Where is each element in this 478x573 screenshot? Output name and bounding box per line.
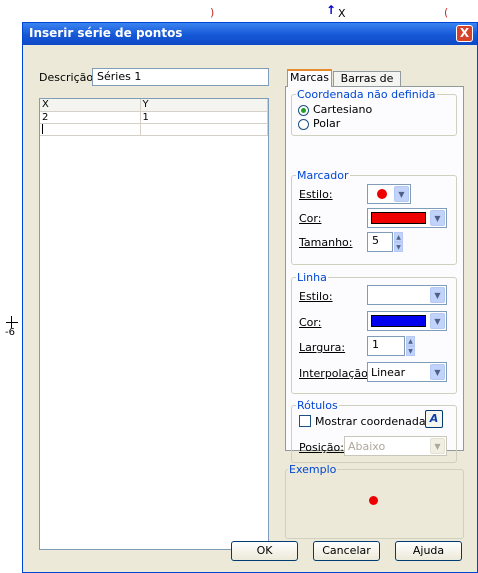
radio-polar[interactable] bbox=[298, 119, 309, 130]
chevron-down-icon[interactable]: ▼ bbox=[430, 287, 445, 303]
y-axis-arrow-icon: ↑ bbox=[326, 3, 337, 17]
posicao-value: Abaixo bbox=[348, 440, 386, 453]
column-header-x: X bbox=[40, 99, 141, 112]
rotulos-legend: Rótulos bbox=[296, 399, 339, 412]
points-grid[interactable]: X Y 2 1 bbox=[39, 98, 269, 550]
chevron-down-icon[interactable]: ▼ bbox=[430, 438, 445, 454]
tamanho-spin-down-icon[interactable]: ▼ bbox=[394, 242, 403, 252]
linha-estilo-label: Estilo: bbox=[299, 290, 333, 303]
interpolacao-select[interactable]: Linear ▼ bbox=[367, 362, 447, 382]
grid-cell[interactable]: 2 bbox=[40, 111, 141, 124]
linha-estilo-select[interactable]: ▼ bbox=[367, 285, 447, 305]
interpolacao-label: Interpolação: bbox=[299, 367, 372, 380]
linha-cor-select[interactable]: ▼ bbox=[367, 311, 447, 331]
cancelar-button[interactable]: Cancelar bbox=[313, 541, 380, 561]
x-axis-tick bbox=[6, 322, 18, 323]
linha-largura-label: Largura: bbox=[299, 341, 346, 354]
linha-legend: Linha bbox=[296, 271, 328, 284]
mostrar-coordenadas-checkbox[interactable] bbox=[299, 415, 311, 427]
grid-cell[interactable] bbox=[140, 123, 268, 136]
tab-barras-de-erro[interactable]: Barras de erro bbox=[333, 71, 401, 99]
marcas-tab-panel: Coordenada não definida Cartesiano Polar… bbox=[285, 86, 464, 463]
example-marker-dot bbox=[369, 496, 378, 505]
background-curve-mark: ) bbox=[210, 6, 215, 19]
ajuda-button[interactable]: Ajuda bbox=[395, 541, 462, 561]
ok-button[interactable]: OK bbox=[231, 541, 298, 561]
marker-dot-icon bbox=[377, 189, 387, 199]
largura-input[interactable]: 1 bbox=[367, 336, 405, 356]
marcador-estilo-select[interactable]: ▼ bbox=[367, 184, 411, 204]
exemplo-legend: Exemplo bbox=[288, 463, 338, 476]
posicao-select[interactable]: Abaixo ▼ bbox=[344, 436, 447, 456]
posicao-label: Posição: bbox=[299, 441, 344, 454]
chevron-down-icon[interactable]: ▼ bbox=[394, 186, 409, 202]
text-cursor bbox=[42, 123, 43, 134]
radio-cartesiano[interactable] bbox=[298, 105, 309, 116]
mostrar-coordenadas-label[interactable]: Mostrar coordenadas bbox=[315, 415, 431, 428]
font-settings-icon[interactable]: A bbox=[425, 410, 443, 428]
dialog-title: Inserir série de pontos bbox=[29, 26, 183, 40]
background-axis-label: X bbox=[338, 7, 346, 20]
background-tick-label: -6 bbox=[5, 327, 15, 338]
descricao-input[interactable]: Séries 1 bbox=[92, 68, 269, 86]
coordenada-legend: Coordenada não definida bbox=[296, 88, 437, 101]
column-header-y: Y bbox=[140, 99, 268, 112]
largura-spin-up-icon[interactable]: ▲ bbox=[406, 336, 415, 346]
title-bar[interactable]: Inserir série de pontos X bbox=[23, 23, 477, 45]
marcador-cor-select[interactable]: ▼ bbox=[367, 208, 447, 228]
tab-marcas[interactable]: Marcas bbox=[287, 69, 332, 87]
chevron-down-icon[interactable]: ▼ bbox=[430, 210, 445, 226]
interpolacao-value: Linear bbox=[371, 366, 406, 379]
marcador-cor-label: Cor: bbox=[299, 212, 322, 225]
marcador-estilo-label: Estilo: bbox=[299, 188, 333, 201]
largura-spin-down-icon[interactable]: ▼ bbox=[406, 346, 415, 356]
background-curve-mark: ( bbox=[444, 6, 449, 19]
chevron-down-icon[interactable]: ▼ bbox=[430, 364, 445, 380]
grid-header-row: X Y bbox=[40, 99, 268, 112]
radio-cartesiano-label[interactable]: Cartesiano bbox=[313, 103, 372, 116]
tamanho-spin-up-icon[interactable]: ▲ bbox=[394, 232, 403, 242]
line-color-swatch bbox=[371, 315, 426, 327]
table-row[interactable]: 2 1 bbox=[40, 111, 268, 124]
grid-cell[interactable]: 1 bbox=[140, 111, 268, 124]
close-button[interactable]: X bbox=[456, 25, 473, 42]
marcador-tamanho-label: Tamanho: bbox=[299, 236, 353, 249]
insert-series-dialog: Inserir série de pontos X Descrição: Sér… bbox=[22, 22, 478, 573]
tamanho-input[interactable]: 5 bbox=[367, 232, 393, 252]
table-row[interactable] bbox=[40, 123, 268, 136]
grid-cell-editing[interactable] bbox=[40, 123, 141, 136]
radio-polar-label[interactable]: Polar bbox=[313, 117, 340, 130]
descricao-label: Descrição: bbox=[39, 71, 97, 84]
marker-color-swatch bbox=[371, 212, 426, 224]
marcador-legend: Marcador bbox=[296, 169, 350, 182]
linha-cor-label: Cor: bbox=[299, 316, 322, 329]
chevron-down-icon[interactable]: ▼ bbox=[430, 313, 445, 329]
